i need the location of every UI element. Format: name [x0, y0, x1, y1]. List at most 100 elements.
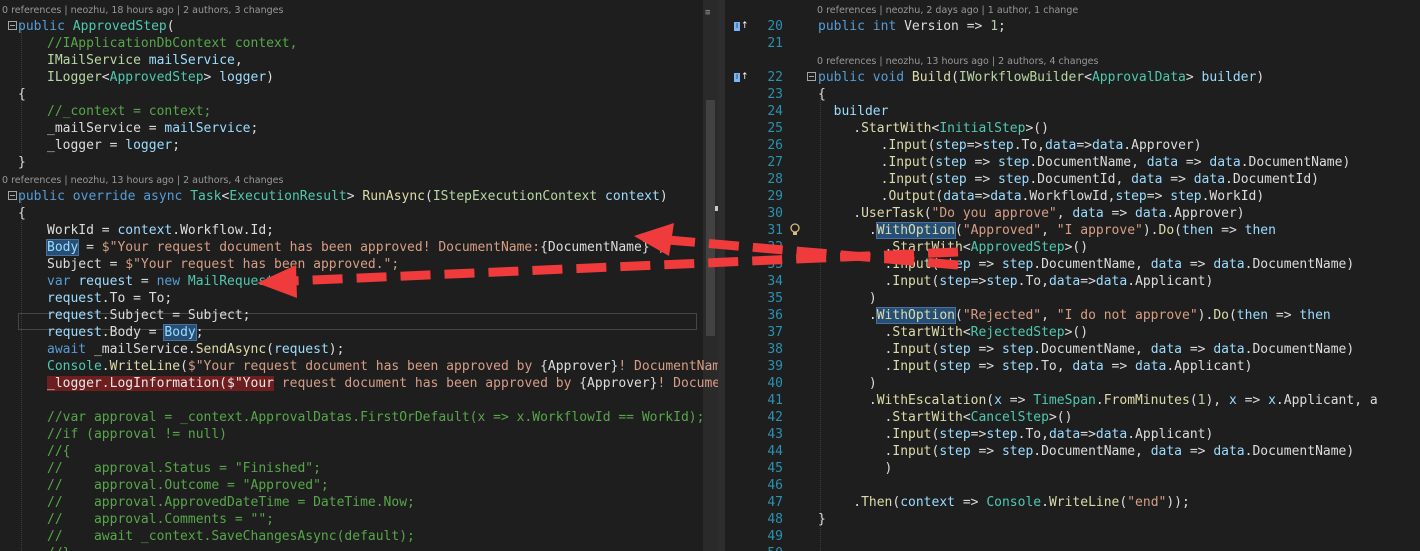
code-line[interactable]: 21 [725, 35, 1420, 52]
line-number: 46 [767, 478, 783, 493]
code-token: ; [172, 138, 181, 153]
code-line[interactable]: // approval.Status = "Finished"; [0, 460, 718, 477]
code-line[interactable]: // approval.Comments = ""; [0, 511, 718, 528]
code-line[interactable]: _mailService = mailService; [0, 120, 718, 137]
right-code-editor[interactable]: 0 references | neozhu, 2 days ago | 1 au… [725, 0, 1420, 551]
code-lens[interactable]: 0 references | neozhu, 13 hours ago | 2 … [725, 52, 1420, 69]
code-line[interactable]: 48} [725, 511, 1420, 528]
line-number: 38 [767, 342, 783, 357]
code-line[interactable]: { [0, 86, 718, 103]
code-line[interactable]: Subject = $"Your request has been approv… [0, 256, 718, 273]
code-line[interactable]: 44 .Input(step => step.DocumentName, data… [725, 443, 1420, 460]
lightbulb-icon[interactable] [789, 223, 801, 237]
code-line[interactable]: request.Subject = Subject; [0, 307, 718, 324]
code-token: builder [833, 104, 889, 119]
left-code-editor[interactable]: ≡ 0 references | neozhu, 18 hours ago | … [0, 0, 718, 551]
code-line[interactable]: public ApprovedStep( [0, 18, 718, 35]
code-line[interactable]: 30 .UserTask("Do you approve", data => da… [725, 205, 1420, 222]
code-token: .Body = [101, 325, 165, 340]
code-line[interactable]: 35) [725, 290, 1420, 307]
code-token: Input [892, 274, 932, 289]
code-line[interactable]: 46 [725, 477, 1420, 494]
code-token: .Approver) [1123, 138, 1202, 153]
code-line[interactable]: IMailService mailService, [0, 52, 718, 69]
code-line[interactable]: 27 .Input(step => step.DocumentName, data… [725, 154, 1420, 171]
code-lens-text[interactable]: 0 references | neozhu, 13 hours ago | 2 … [2, 172, 283, 189]
code-line[interactable]: 40) [725, 375, 1420, 392]
code-text: .StartWith<CancelStep>() [885, 409, 1073, 426]
code-line[interactable]: //{ [0, 443, 718, 460]
code-lens[interactable]: 0 references | neozhu, 18 hours ago | 2 … [0, 1, 718, 18]
code-line[interactable]: //var approval = _context.ApprovalDatas.… [0, 409, 718, 426]
code-line[interactable]: await _mailService.SendAsync(request); [0, 341, 718, 358]
code-line[interactable]: 34 .Input(step=>step.To,data=>data.Applic… [725, 273, 1420, 290]
code-token: > [203, 70, 220, 85]
code-line[interactable]: 29 .Output(data=>data.WorkflowId,step=> s… [725, 188, 1420, 205]
collapse-icon[interactable] [807, 72, 816, 81]
code-line[interactable]: 25 .StartWith<InitialStep>() [725, 120, 1420, 137]
code-line[interactable]: 31 .WithOption("Approved", "I approve").D… [725, 222, 1420, 239]
code-line[interactable]: Body = $"Your request document has been … [0, 239, 718, 256]
code-token: ; [195, 325, 204, 340]
code-lens-text[interactable]: 0 references | neozhu, 18 hours ago | 2 … [2, 2, 283, 19]
code-line[interactable]: public override async Task<ExecutionResu… [0, 188, 718, 205]
code-line[interactable]: // await _context.SaveChangesAsync(defau… [0, 528, 718, 545]
line-number: 31 [767, 223, 783, 238]
code-line[interactable]: } [0, 154, 718, 171]
code-text: request.Body = Body; [47, 324, 204, 341]
code-token: , [1041, 223, 1057, 238]
code-line[interactable]: 26 .Input(step=>step.To,data=>data.Approv… [725, 137, 1420, 154]
code-line[interactable]: //if (approval != null) [0, 426, 718, 443]
code-lens-text[interactable]: 0 references | neozhu, 13 hours ago | 2 … [817, 53, 1098, 70]
code-line[interactable]: 45) [725, 460, 1420, 477]
code-line[interactable]: // approval.ApprovedDateTime = DateTime.… [0, 494, 718, 511]
code-line[interactable]: 47 .Then(context => Console.WriteLine("en… [725, 494, 1420, 511]
code-line[interactable]: 24 builder [725, 103, 1420, 120]
code-line[interactable]: // approval.Outcome = "Approved"; [0, 477, 718, 494]
code-line[interactable]: request.To = To; [0, 290, 718, 307]
code-token: ApprovedStep [109, 70, 204, 85]
code-line[interactable]: 33 .Input(step => step.DocumentName, data… [725, 256, 1420, 273]
code-line[interactable]: 43 .Input(step=>step.To,data=>data.Applic… [725, 426, 1420, 443]
code-line[interactable]: _logger.LogInformation($"Your request do… [0, 375, 718, 392]
code-line[interactable]: 41 .WithEscalation(x => TimeSpan.FromMinu… [725, 392, 1420, 409]
code-line[interactable]: 28 .Input(step => step.DocumentId, data =… [725, 171, 1420, 188]
code-token: UserTask [861, 206, 924, 221]
code-line[interactable]: 39 .Input(step => step.To, data => data.A… [725, 358, 1420, 375]
code-line[interactable]: ILogger<ApprovedStep> logger) [0, 69, 718, 86]
code-line[interactable]: _logger = logger; [0, 137, 718, 154]
code-line[interactable]: Console.WriteLine($"Your request documen… [0, 358, 718, 375]
code-line[interactable]: 38 .Input(step => step.DocumentName, data… [725, 341, 1420, 358]
code-line[interactable]: 42 .StartWith<CancelStep>() [725, 409, 1420, 426]
code-lens[interactable]: 0 references | neozhu, 13 hours ago | 2 … [0, 171, 718, 188]
line-number: 49 [767, 529, 783, 544]
code-text: } [818, 511, 826, 528]
code-token: => [955, 495, 987, 510]
code-token: ( [180, 359, 188, 374]
code-line[interactable]: 23 { [725, 86, 1420, 103]
code-line[interactable]: WorkId = context.Workflow.Id; [0, 222, 718, 239]
line-number: 50 [745, 545, 783, 551]
code-lens-text[interactable]: 0 references | neozhu, 2 days ago | 1 au… [817, 2, 1078, 19]
collapse-icon[interactable] [8, 21, 17, 30]
code-line[interactable]: //_context = context; [0, 103, 718, 120]
code-line[interactable]: I ↑ 20 public int Version => 1; [725, 18, 1420, 35]
code-lens[interactable]: 0 references | neozhu, 2 days ago | 1 au… [725, 1, 1420, 18]
code-line[interactable]: //} [0, 545, 718, 551]
code-line[interactable]: var request = new MailRequest(); [0, 273, 718, 290]
code-line[interactable]: 50 [725, 545, 1420, 551]
code-token: => [974, 189, 991, 204]
code-line[interactable]: I ↑ 22 public void Build(IWorkflowBuilder<A… [725, 69, 1420, 86]
code-line[interactable]: { [0, 205, 718, 222]
code-text: ) [869, 375, 877, 392]
code-line[interactable]: 49 [725, 528, 1420, 545]
code-line[interactable]: 36 .WithOption("Rejected", "I do not appr… [725, 307, 1420, 324]
code-line[interactable]: 37 .StartWith<RejectedStep>() [725, 324, 1420, 341]
code-line[interactable]: request.Body = Body; [0, 324, 718, 341]
code-line[interactable]: //IApplicationDbContext context, [0, 35, 718, 52]
pane-divider[interactable] [718, 0, 725, 551]
collapse-icon[interactable] [8, 191, 17, 200]
code-line[interactable]: 32 .StartWith<ApprovedStep>() [725, 239, 1420, 256]
code-text: //{ [47, 443, 70, 460]
code-text: await _mailService.SendAsync(request); [47, 341, 344, 358]
